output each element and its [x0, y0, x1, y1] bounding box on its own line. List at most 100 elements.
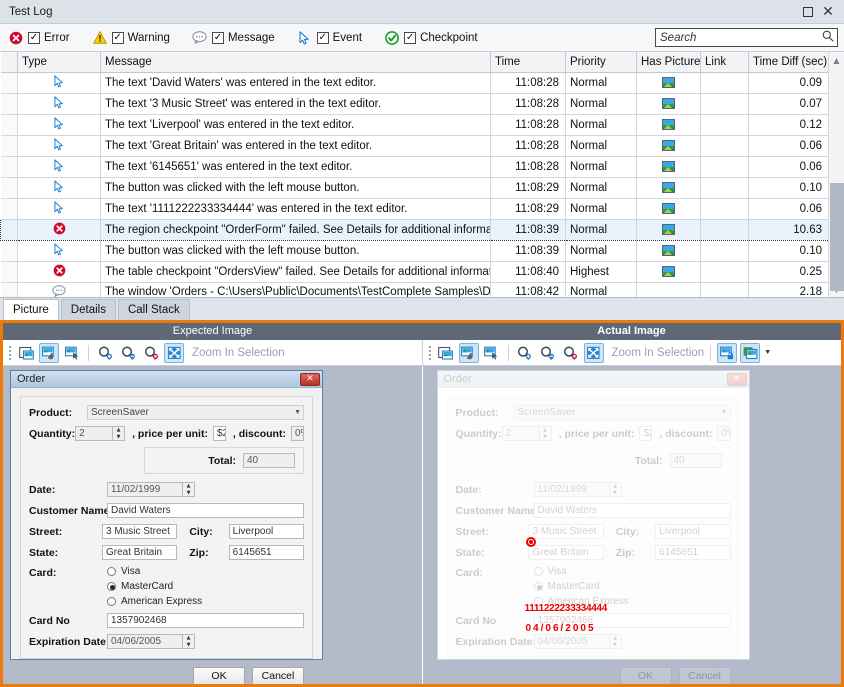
restore-window-button[interactable]	[798, 2, 818, 22]
order-dialog-close-button[interactable]: ✕	[727, 373, 747, 386]
discount-value[interactable]: 0%	[717, 426, 730, 441]
tab-details[interactable]: Details	[61, 299, 116, 320]
product-select[interactable]: ScreenSaver ▼	[514, 405, 731, 420]
actual-image-pane[interactable]: Order ✕ Product: ScreenSaver ▼	[423, 366, 842, 684]
search-input[interactable]	[660, 32, 822, 44]
state-value[interactable]: Great Britain	[102, 545, 177, 560]
date-value[interactable]: 11/02/1999	[107, 482, 183, 497]
fit-to-window-icon[interactable]	[584, 343, 604, 363]
expiration-value[interactable]: 04/06/2005	[107, 634, 183, 649]
cancel-button[interactable]: Cancel	[679, 667, 731, 684]
date-spinner-buttons[interactable]: ▲▼	[610, 482, 622, 497]
expiration-spinner-buttons[interactable]: ▲▼	[183, 634, 195, 649]
card-option-mastercard[interactable]: MasterCard	[534, 581, 629, 592]
table-row[interactable]: The window 'Orders - C:\Users\Public\Doc…	[1, 282, 829, 298]
cancel-button[interactable]: Cancel	[252, 667, 304, 684]
card-option-amex[interactable]: American Express	[107, 596, 202, 607]
street-value[interactable]: 3 Music Street	[102, 524, 177, 539]
card-option-visa[interactable]: Visa	[534, 566, 629, 577]
order-dialog-close-button[interactable]: ✕	[300, 373, 320, 386]
state-value[interactable]: Great Britain	[528, 545, 603, 560]
zoom-in-selection-label-expected[interactable]: Zoom In Selection	[192, 347, 285, 359]
quantity-stepper[interactable]: 2 ▲▼	[75, 426, 125, 441]
image-mode-dropdown-caret-icon[interactable]: ▼	[763, 343, 772, 363]
table-row[interactable]: The button was clicked with the left mou…	[1, 240, 829, 261]
expiration-value[interactable]: 04/06/2005	[534, 634, 610, 649]
zoom-out-icon[interactable]	[538, 343, 558, 363]
search-box[interactable]	[655, 28, 838, 47]
date-value[interactable]: 11/02/1999	[534, 482, 610, 497]
filter-error-checkbox[interactable]: ✓	[28, 32, 40, 44]
tab-call-stack[interactable]: Call Stack	[118, 299, 190, 320]
date-stepper[interactable]: 11/02/1999 ▲▼	[534, 482, 622, 497]
scroll-up-icon[interactable]: ▲	[829, 52, 844, 68]
filter-checkpoint[interactable]: ✓ Checkpoint	[384, 30, 478, 46]
zip-value[interactable]: 6145651	[229, 545, 304, 560]
close-window-button[interactable]: ✕	[818, 2, 838, 22]
tab-picture[interactable]: Picture	[3, 299, 59, 320]
quantity-stepper[interactable]: 2 ▲▼	[502, 426, 552, 441]
filter-checkpoint-checkbox[interactable]: ✓	[404, 32, 416, 44]
price-value[interactable]: $20	[213, 426, 226, 441]
expiration-stepper[interactable]: 04/06/2005 ▲▼	[534, 634, 622, 649]
zip-value[interactable]: 6145651	[655, 545, 730, 560]
quantity-spinner-buttons[interactable]: ▲▼	[540, 426, 552, 441]
filter-message[interactable]: ✓ Message	[192, 30, 275, 46]
street-value[interactable]: 3 Music Street	[528, 524, 603, 539]
city-value[interactable]: Liverpool	[229, 524, 304, 539]
card-no-value[interactable]: 1357902468	[107, 613, 304, 628]
scrollbar-thumb[interactable]	[830, 183, 844, 291]
column-header-priority[interactable]: Priority	[566, 52, 637, 72]
price-value[interactable]: $20	[639, 426, 652, 441]
select-arrow-icon[interactable]	[62, 343, 82, 363]
column-header-type[interactable]: Type	[18, 52, 101, 72]
table-row[interactable]: The region checkpoint "OrderForm" failed…	[1, 219, 829, 240]
table-row[interactable]: The text '6145651' was entered in the te…	[1, 156, 829, 177]
expiration-spinner-buttons[interactable]: ▲▼	[610, 634, 622, 649]
log-table-scrollbar[interactable]: ▲ ▼	[828, 52, 844, 297]
ok-button[interactable]: OK	[193, 667, 245, 684]
search-icon[interactable]	[822, 30, 834, 45]
quantity-value[interactable]: 2	[502, 426, 540, 441]
zoom-in-icon[interactable]	[515, 343, 535, 363]
table-row[interactable]: The text 'Liverpool' was entered in the …	[1, 114, 829, 135]
date-stepper[interactable]: 11/02/1999 ▲▼	[107, 482, 195, 497]
card-option-mastercard[interactable]: MasterCard	[107, 581, 202, 592]
filter-message-checkbox[interactable]: ✓	[212, 32, 224, 44]
table-row[interactable]: The text '1111222233334444' was entered …	[1, 198, 829, 219]
table-row[interactable]: The button was clicked with the left mou…	[1, 177, 829, 198]
log-table-container[interactable]: Type Message Time Priority Has Picture L…	[0, 52, 844, 298]
pan-hand-icon[interactable]	[39, 343, 59, 363]
zoom-in-icon[interactable]	[95, 343, 115, 363]
copy-to-clipboard-icon[interactable]	[16, 343, 36, 363]
table-row[interactable]: The table checkpoint "OrdersView" failed…	[1, 261, 829, 282]
column-header-time-diff[interactable]: Time Diff (sec)	[749, 52, 829, 72]
copy-to-clipboard-icon[interactable]	[436, 343, 456, 363]
filter-warning[interactable]: ✓ Warning	[92, 30, 170, 46]
filter-event-checkbox[interactable]: ✓	[317, 32, 329, 44]
zoom-out-icon[interactable]	[118, 343, 138, 363]
zoom-reset-icon[interactable]	[561, 343, 581, 363]
sync-lock-icon[interactable]	[717, 343, 737, 363]
filter-event[interactable]: ✓ Event	[297, 30, 362, 46]
discount-value[interactable]: 0%	[291, 426, 304, 441]
column-header-time[interactable]: Time	[491, 52, 566, 72]
toolbar-grip-icon[interactable]	[7, 344, 13, 362]
filter-warning-checkbox[interactable]: ✓	[112, 32, 124, 44]
select-arrow-icon[interactable]	[482, 343, 502, 363]
table-row[interactable]: The text 'David Waters' was entered in t…	[1, 72, 829, 93]
ok-button[interactable]: OK	[620, 667, 672, 684]
column-header-has-picture[interactable]: Has Picture	[637, 52, 701, 72]
toolbar-grip-icon[interactable]	[427, 344, 433, 362]
table-row[interactable]: The text 'Great Britain' was entered in …	[1, 135, 829, 156]
filter-error[interactable]: ✓ Error	[8, 30, 70, 46]
date-spinner-buttons[interactable]: ▲▼	[183, 482, 195, 497]
customer-value[interactable]: David Waters	[534, 503, 731, 518]
card-option-visa[interactable]: Visa	[107, 566, 202, 577]
zoom-reset-icon[interactable]	[141, 343, 161, 363]
city-value[interactable]: Liverpool	[655, 524, 730, 539]
expected-image-pane[interactable]: Order ✕ Product: ScreenSaver ▼	[3, 366, 423, 684]
zoom-in-selection-label-actual[interactable]: Zoom In Selection	[612, 347, 705, 359]
quantity-spinner-buttons[interactable]: ▲▼	[113, 426, 125, 441]
scrollbar-track[interactable]	[829, 68, 844, 281]
